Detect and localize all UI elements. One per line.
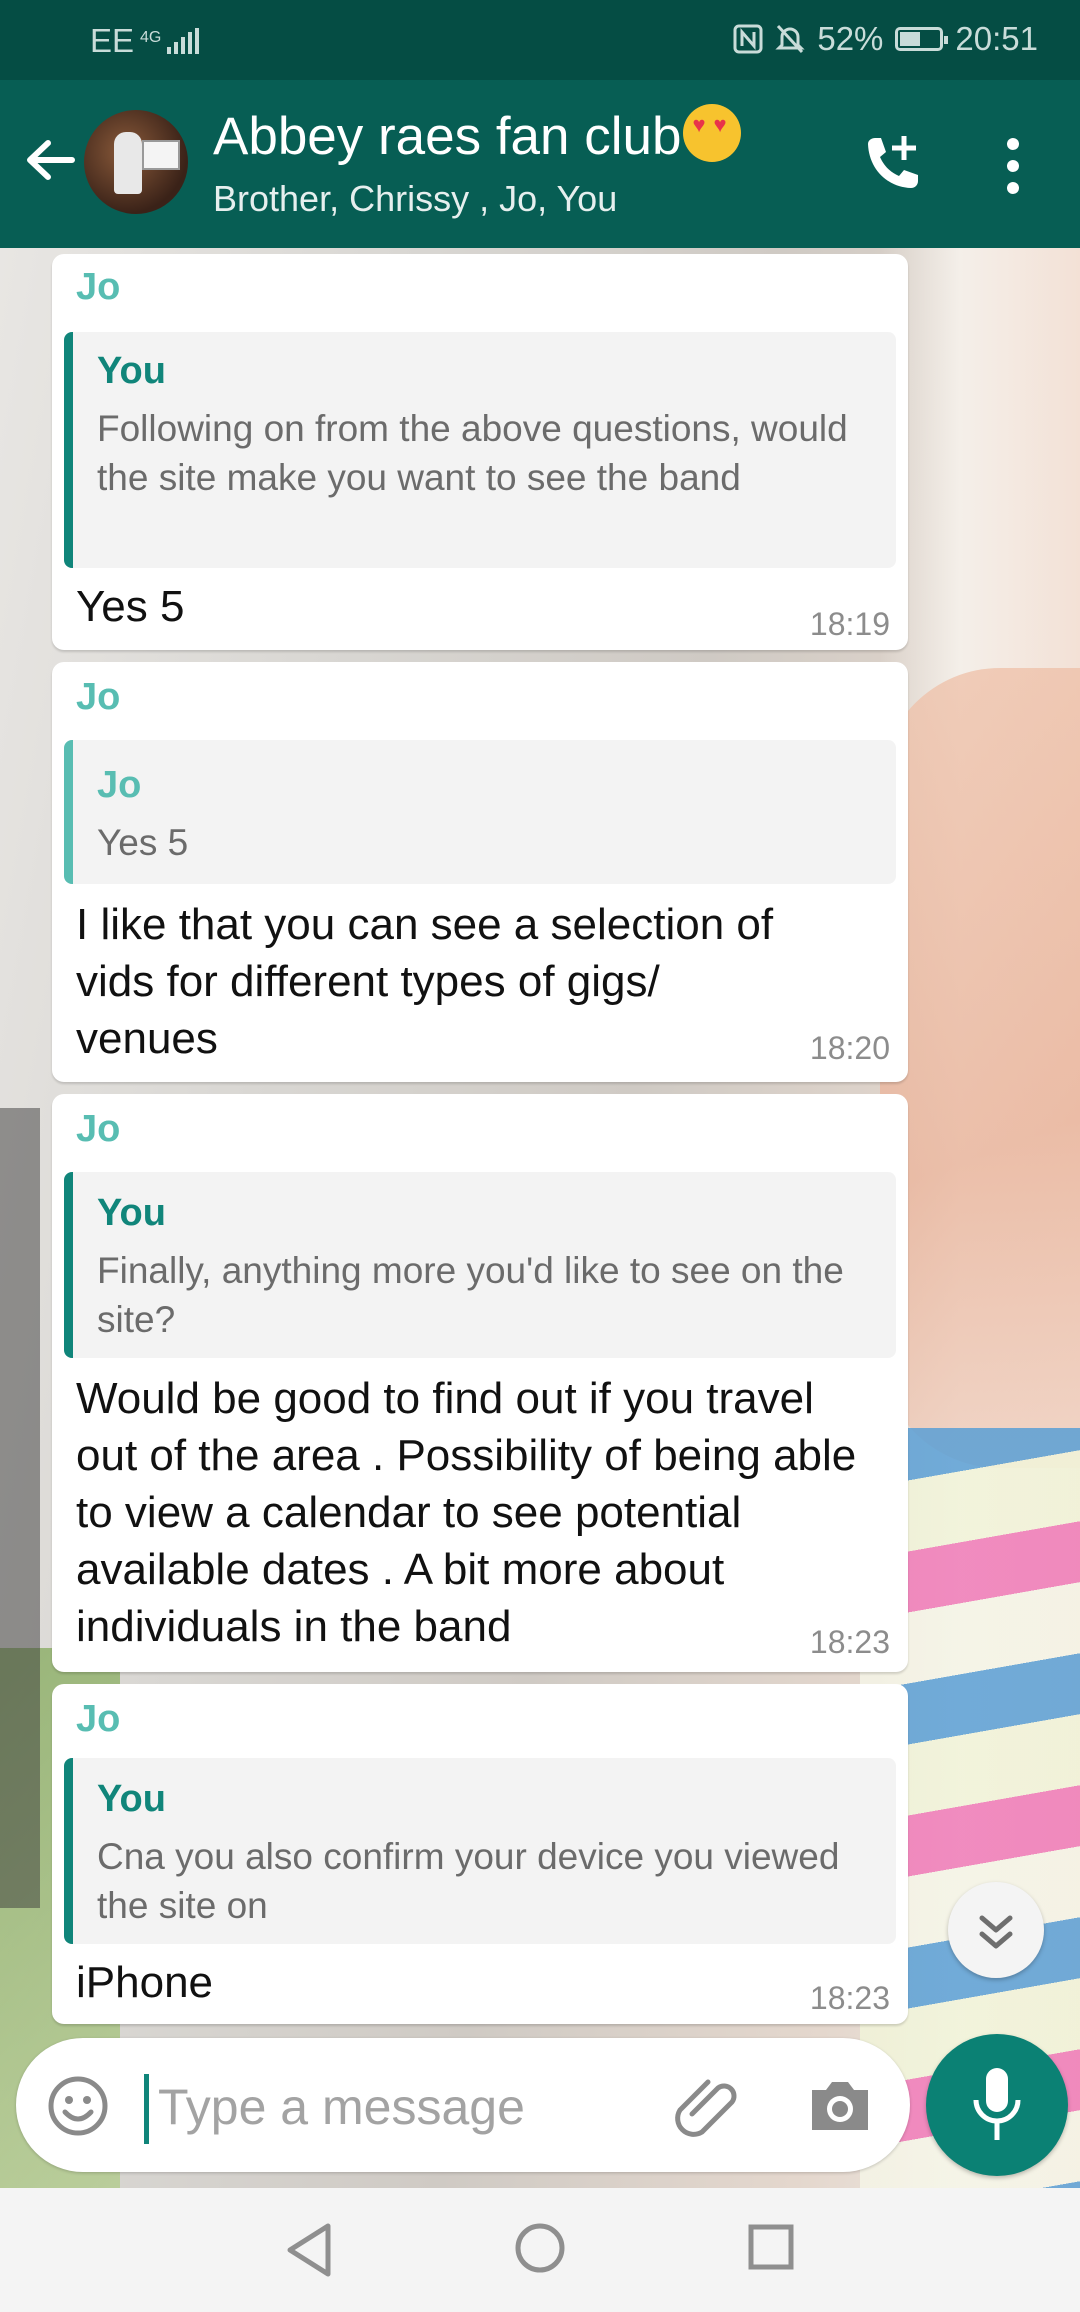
message-time: 18:19 [809,606,890,642]
sender-name: Jo [76,1698,121,1740]
add-call-icon[interactable] [858,130,924,196]
quoted-text: Following on from the above questions, w… [97,408,848,498]
system-nav-bar [0,2188,1080,2312]
group-avatar[interactable] [84,110,188,214]
quoted-message[interactable]: Jo Yes 5 [64,740,896,884]
quoted-text: Cna you also confirm your device you vie… [97,1836,840,1926]
sender-name: Jo [76,266,121,308]
text-caret [144,2074,149,2144]
message-bubble[interactable]: Jo You Following on from the above quest… [52,254,908,650]
message-composer[interactable] [16,2038,910,2172]
silent-bell-icon [775,24,805,54]
message-bubble[interactable]: Jo Jo Yes 5 I like that you can see a se… [52,662,908,1082]
network-label: 4G [140,29,162,46]
more-vert-icon[interactable] [1000,136,1026,196]
message-text: I like that you can see a selection of v… [76,900,774,1063]
sender-name: Jo [76,1108,121,1150]
status-right: 52% 20:51 [733,20,1038,58]
message-time: 18:23 [809,1980,890,2016]
attach-icon[interactable] [672,2070,742,2140]
group-members[interactable]: Brother, Chrissy , Jo, You [213,178,617,220]
quoted-sender: Jo [97,764,142,806]
message-bubble[interactable]: Jo You Finally, anything more you'd like… [52,1094,908,1672]
status-left: EE 4G [90,22,200,60]
chat-area[interactable]: Jo You Following on from the above quest… [0,248,1080,2188]
signal-icon [167,28,200,54]
message-text: Would be good to find out if you travel … [76,1374,857,1651]
quoted-message[interactable]: You Cna you also confirm your device you… [64,1758,896,1944]
quoted-text: Finally, anything more you'd like to see… [97,1250,844,1340]
voice-record-button[interactable] [926,2034,1068,2176]
message-text: Yes 5 [76,582,185,631]
nav-back-icon[interactable] [282,2220,338,2280]
battery-percent: 52% [817,20,884,57]
group-title[interactable]: Abbey raes fan club [213,104,742,167]
camera-icon[interactable] [808,2076,872,2134]
message-text: iPhone [76,1958,214,2007]
heart-eyes-emoji-icon [683,104,742,162]
clock: 20:51 [955,20,1038,57]
nav-home-icon[interactable] [514,2222,566,2274]
mic-icon [973,2068,1021,2140]
scroll-down-button[interactable] [948,1882,1044,1978]
carrier-label: EE [90,22,135,59]
message-input[interactable] [156,2066,640,2148]
group-title-text: Abbey raes fan club [213,107,682,166]
emoji-icon[interactable] [46,2074,110,2138]
chat-header: Abbey raes fan club Brother, Chrissy , J… [0,80,1080,248]
quoted-sender: You [97,1192,166,1234]
status-bar: EE 4G 52% 20:51 [0,0,1080,80]
quoted-text: Yes 5 [97,822,189,863]
message-time: 18:20 [809,1030,890,1066]
message-bubble[interactable]: Jo You Cna you also confirm your device … [52,1684,908,2024]
quoted-sender: You [97,1778,166,1820]
nav-recent-icon[interactable] [748,2224,794,2270]
battery-icon [895,27,949,51]
back-arrow-icon[interactable] [20,130,80,190]
quoted-message[interactable]: You Finally, anything more you'd like to… [64,1172,896,1358]
scroll-down-icon [979,1915,1013,1949]
quoted-message[interactable]: You Following on from the above question… [64,332,896,568]
quoted-sender: You [97,350,166,392]
nfc-icon [733,24,763,54]
message-time: 18:23 [809,1624,890,1660]
sender-name: Jo [76,676,121,718]
